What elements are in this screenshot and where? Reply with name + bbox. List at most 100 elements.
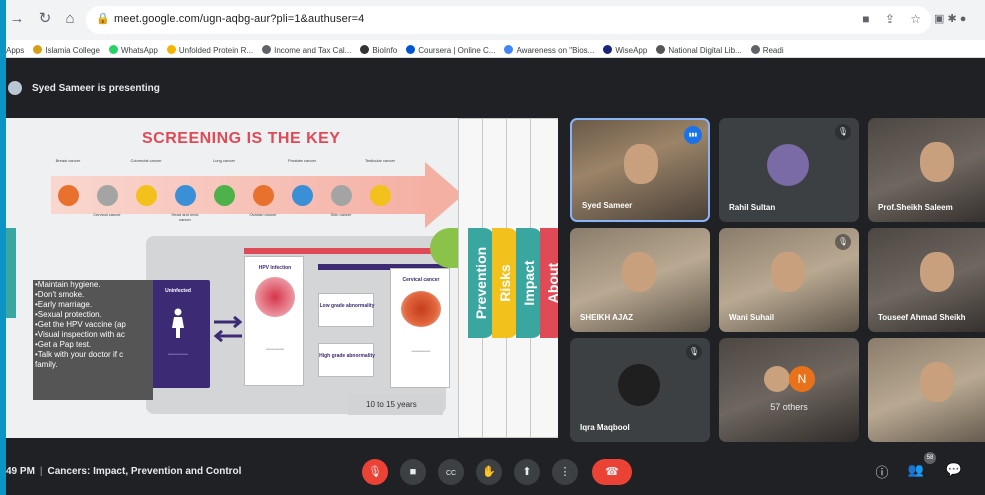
address-bar[interactable]: 🔒 meet.google.com/ugn-aqbg-aur?pli=1&aut… (86, 6, 931, 34)
infected-cell-image (255, 277, 295, 317)
participant-name: Iqra Maqbool (580, 423, 630, 432)
camera-button[interactable]: ■ (400, 459, 426, 485)
tip-item: •Get the HPV vaccine (ap (35, 320, 126, 329)
tip-item: •Visual inspection with ac (35, 330, 125, 339)
bookmark-item[interactable]: Coursera | Online C... (406, 42, 496, 57)
bookmark-item[interactable]: National Digital Lib... (656, 42, 742, 57)
meeting-time: 49 PM (6, 466, 35, 477)
tab-risks[interactable]: Risks (492, 228, 518, 338)
participant-tile[interactable]: N 57 others (719, 338, 859, 442)
url-text: meet.google.com/ugn-aqbg-aur?pli=1&authu… (114, 13, 365, 25)
bookmark-label: Unfolded Protein R... (178, 46, 254, 55)
bookmark-favicon-icon (33, 45, 43, 54)
extensions-icons[interactable]: ▣ ✱ ● (934, 12, 966, 25)
bookmark-item[interactable]: WiseApp (603, 42, 648, 57)
participant-tile[interactable]: SHEIKH AJAZ (570, 228, 710, 332)
tip-item: •Early marriage. (35, 300, 93, 309)
participant-name: SHEIKH AJAZ (580, 313, 634, 322)
bookmark-label: WiseApp (615, 46, 648, 55)
bookmark-label: Apps (6, 46, 25, 55)
years-label: 10 to 15 years (366, 400, 417, 409)
meeting-title: Cancers: Impact, Prevention and Control (47, 466, 242, 477)
bookmark-label: Coursera | Online C... (418, 46, 496, 55)
chat-icon: 💬 (945, 462, 963, 477)
cervical-cancer-label: Cervical cancer (402, 277, 440, 283)
microphone-off-button[interactable]: 🎙 (362, 459, 388, 485)
cervical-cancer-card: Cervical cancer •••••••••••••••••• (390, 268, 450, 388)
captions-button[interactable]: CC (438, 459, 464, 485)
bookmark-label: Income and Tax Cal... (274, 46, 352, 55)
participant-name: Rahil Sultan (729, 203, 776, 212)
people-icon: 👥 (907, 462, 925, 477)
participant-video (624, 144, 658, 184)
home-icon[interactable]: ⌂ (61, 10, 79, 28)
timeline-label: Colorectal cancer (130, 158, 162, 163)
meeting-details: 49 PM | Cancers: Impact, Prevention and Co… (6, 466, 242, 477)
tab-label: Impact (521, 260, 537, 306)
participant-video (920, 142, 954, 182)
bookmark-item[interactable]: Awareness on "Bios... (504, 42, 594, 57)
uninfected-label: Uninfected (165, 288, 191, 294)
participant-count-badge: 58 (924, 452, 936, 464)
end-call-icon: ☎ (605, 466, 619, 478)
participant-tile[interactable]: Rahil Sultan 🎙 (719, 118, 859, 222)
bookmark-item[interactable]: Readi (750, 42, 784, 57)
more-icon: ⋮ (559, 466, 571, 478)
timeline-label: Breast cancer (55, 158, 81, 163)
timeline-dot (253, 185, 274, 206)
bookmark-favicon-icon (406, 45, 416, 54)
bookmark-favicon-icon (750, 45, 760, 54)
bookmark-item[interactable]: Unfolded Protein R... (166, 42, 254, 57)
bookmark-favicon-icon (504, 45, 514, 54)
hpv-description: ••••••••••••••••• (266, 347, 284, 351)
bookmarks-bar: Apps Islamia College WhatsApp Unfolded Prot… (6, 40, 985, 58)
participant-tile[interactable] (868, 338, 985, 442)
participant-video (920, 252, 954, 292)
tab-prevention[interactable]: Prevention (468, 228, 494, 338)
participant-tile[interactable]: Iqra Maqbool 🎙 (570, 338, 710, 442)
bookmark-favicon-icon (108, 45, 118, 54)
participant-video (771, 252, 805, 292)
slide-edge-decoration (6, 228, 16, 318)
cancer-cell-image (401, 291, 441, 327)
tab-about[interactable]: About (540, 228, 558, 338)
slide-title: SCREENING IS THE KEY (142, 130, 341, 147)
cancer-description: •••••••••••••••••• (411, 349, 431, 353)
meet-window: → ↻ ⌂ 🔒 meet.google.com/ugn-aqbg-aur?pli… (6, 0, 985, 495)
timeline-label: Head and neck cancer (171, 212, 199, 222)
timeline-label: Lung cancer (212, 158, 235, 163)
address-bar-actions[interactable]: ■ ⇪ ☆ (862, 12, 921, 26)
mic-muted-icon: 🎙 (686, 344, 702, 360)
meeting-info-button[interactable]: ⓘ (872, 462, 892, 481)
participant-name: Prof.Sheikh Saleem (878, 203, 953, 212)
people-button[interactable]: 👥 (906, 462, 926, 478)
participant-tile[interactable]: Touseef Ahmad Sheikh (868, 228, 985, 332)
tip-item: family. (35, 360, 58, 369)
tab-label: About (545, 262, 558, 304)
years-banner: 10 to 15 years (348, 395, 443, 415)
bookmark-item[interactable]: WhatsApp (108, 42, 158, 57)
bookmark-item[interactable]: Islamia College (33, 42, 100, 57)
browser-toolbar: → ↻ ⌂ 🔒 meet.google.com/ugn-aqbg-aur?pli… (6, 0, 985, 40)
timeline-dot (292, 185, 313, 206)
end-call-button[interactable]: ☎ (592, 459, 632, 485)
tab-impact[interactable]: Impact (516, 228, 542, 338)
bookmark-item[interactable]: Income and Tax Cal... (262, 42, 352, 57)
tip-item: •Don't smoke. (35, 290, 85, 299)
mic-muted-icon: 🎙 (835, 124, 851, 140)
forward-icon[interactable]: → (8, 10, 26, 28)
present-button[interactable]: ⬆ (514, 459, 540, 485)
reload-icon[interactable]: ↻ (36, 10, 54, 28)
bookmark-item[interactable]: Apps (6, 42, 25, 57)
participant-tile[interactable]: Prof.Sheikh Saleem (868, 118, 985, 222)
participant-tile[interactable]: Wani Suhail 🎙 (719, 228, 859, 332)
chat-button[interactable]: 💬 (944, 462, 964, 478)
hpv-infection-label: HPV Infection (258, 265, 292, 271)
shared-slide: SCREENING IS THE KEY Breast cancer Cervic… (6, 118, 558, 438)
participant-tile[interactable]: Syed Sameer ▮▮▮ (570, 118, 710, 222)
more-options-button[interactable]: ⋮ (552, 459, 578, 485)
timeline-dot (97, 185, 118, 206)
raise-hand-button[interactable]: ✋ (476, 459, 502, 485)
bookmark-item[interactable]: BioInfo (360, 42, 397, 57)
bookmark-label: National Digital Lib... (668, 46, 742, 55)
